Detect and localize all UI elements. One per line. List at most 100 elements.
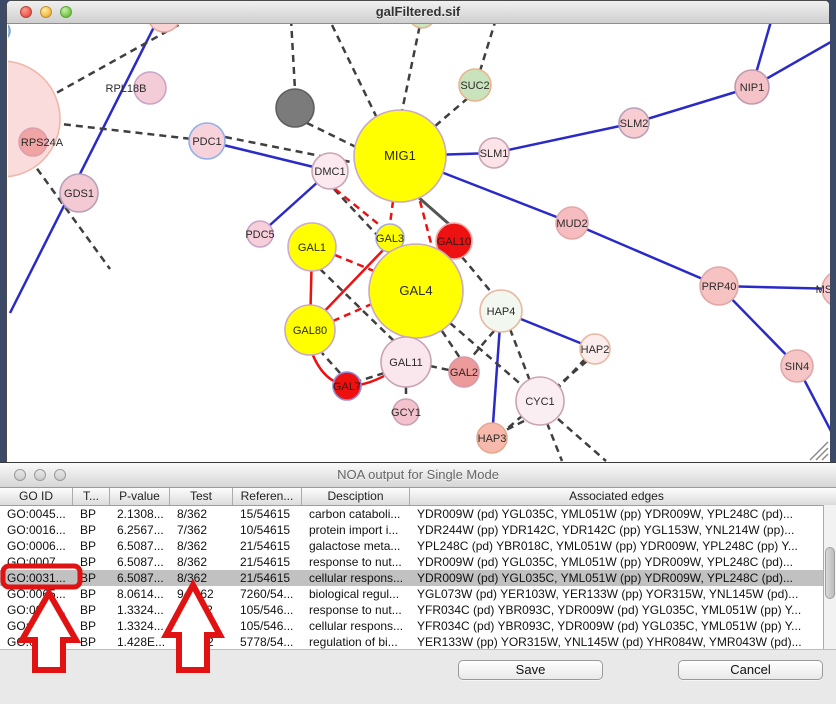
edge[interactable]	[390, 201, 393, 224]
edge[interactable]	[480, 24, 496, 71]
edge[interactable]	[510, 329, 530, 381]
cell: YDR009W (pd) YGL035C, YML051W (pp) YDR00…	[410, 570, 823, 586]
noa-window-title: NOA output for Single Mode	[0, 467, 836, 482]
save-button[interactable]: Save	[458, 660, 603, 680]
edge[interactable]	[462, 257, 492, 293]
column-header-test[interactable]: Test	[170, 488, 233, 505]
column-header-referen-[interactable]: Referen...	[233, 488, 302, 505]
network-graph[interactable]: RPL18BRPS24AGDS1PDC1PDC5MIG1DMC1SUC2SLM1…	[8, 24, 830, 462]
node-label-DMC1: DMC1	[314, 166, 345, 178]
cell: 21/54615	[233, 538, 302, 554]
edge[interactable]	[402, 24, 422, 111]
edge[interactable]	[307, 123, 360, 149]
node-label-GAL2: GAL2	[450, 367, 478, 379]
node-top-green[interactable]	[409, 24, 435, 28]
column-header-p-value[interactable]: P-value	[110, 488, 170, 505]
cell: 1.3324...	[110, 618, 170, 634]
cell: 7/362	[170, 522, 233, 538]
edge[interactable]	[470, 331, 494, 359]
table-row[interactable]: GO:0016...BP6.2567...7/36210/54615protei…	[0, 522, 836, 538]
edge[interactable]	[572, 223, 719, 286]
edge[interactable]	[547, 423, 562, 461]
table-row[interactable]: GO:0031...BP1.3324...11/362105/546...res…	[0, 602, 836, 618]
edge[interactable]	[430, 366, 449, 370]
edge[interactable]	[52, 123, 192, 139]
edge[interactable]	[634, 87, 752, 123]
edge[interactable]	[332, 25, 376, 116]
cell: 21/54615	[233, 570, 302, 586]
node-label-HAP2: HAP2	[581, 344, 610, 356]
edge[interactable]	[494, 123, 634, 153]
cell: 15/54615	[233, 506, 302, 522]
cell: YGL073W (pd) YER103W, YER133W (pp) YOR31…	[410, 586, 823, 602]
table-header-row[interactable]: GO IDT...P-valueTestReferen...Desciption…	[0, 488, 836, 506]
edge[interactable]	[207, 141, 330, 171]
node-label-GDS1: GDS1	[64, 188, 94, 200]
column-header-t-[interactable]: T...	[73, 488, 110, 505]
cell: 7260/54...	[233, 586, 302, 602]
network-window-titlebar[interactable]: galFiltered.sif	[7, 1, 829, 24]
edge[interactable]	[442, 331, 460, 358]
cell: GO:0031...	[0, 570, 73, 586]
cell: 105/546...	[233, 618, 302, 634]
network-canvas[interactable]: RPL18BRPS24AGDS1PDC1PDC5MIG1DMC1SUC2SLM1…	[8, 24, 830, 462]
vertical-scrollbar[interactable]	[823, 505, 836, 649]
node-label-HAP3: HAP3	[478, 433, 507, 445]
edge[interactable]	[335, 255, 374, 271]
node-gray-node[interactable]	[276, 89, 314, 127]
column-header-go-id[interactable]: GO ID	[0, 488, 73, 505]
edge[interactable]	[291, 24, 295, 90]
table-row[interactable]: GO:0007...BP6.5087...8/36221/54615respon…	[0, 554, 836, 570]
edge[interactable]	[322, 353, 340, 373]
cell: GO:0065...	[0, 586, 73, 602]
node-top-blue[interactable]	[8, 24, 10, 40]
node-label-GAL80: GAL80	[293, 325, 327, 337]
column-header-associated-edges[interactable]: Associated edges	[410, 488, 823, 505]
cell: biological regul...	[302, 586, 410, 602]
edge[interactable]	[558, 419, 606, 461]
table-row[interactable]: GO:0050...BP1.428E...80/3625778/54...reg…	[0, 634, 836, 650]
cell: carbon cataboli...	[302, 506, 410, 522]
cell: 1.428E...	[110, 634, 170, 650]
table-row[interactable]: GO:0045...BP2.1308...8/36215/54615carbon…	[0, 506, 836, 522]
node-label-GAL7: GAL7	[333, 381, 361, 393]
edge[interactable]	[434, 98, 468, 127]
cell: GO:0031...	[0, 602, 73, 618]
node-label-GAL1: GAL1	[298, 242, 326, 254]
cell: 8/362	[170, 506, 233, 522]
cell: 6.2567...	[110, 522, 170, 538]
node-label-GAL11: GAL11	[389, 357, 422, 369]
cell: YDR009W (pd) YGL035C, YML051W (pp) YDR00…	[410, 554, 823, 570]
cell: 6.5087...	[110, 538, 170, 554]
cell: 80/362	[170, 634, 233, 650]
edge[interactable]	[333, 303, 374, 321]
node-label-GAL10: GAL10	[437, 236, 471, 248]
column-header-desciption[interactable]: Desciption	[302, 488, 410, 505]
edge[interactable]	[504, 421, 524, 431]
cell: regulation of bi...	[302, 634, 410, 650]
node-big-left[interactable]	[8, 61, 60, 177]
cancel-button[interactable]: Cancel	[678, 660, 823, 680]
cell: YPL248C (pd) YBR018C, YML051W (pp) YDR00…	[410, 538, 823, 554]
noa-window-titlebar[interactable]: NOA output for Single Mode	[0, 463, 836, 488]
table-row[interactable]: GO:0006...BP6.5087...8/36221/54615galact…	[0, 538, 836, 554]
node-label-PDC1: PDC1	[192, 136, 221, 148]
cell: GO:0050...	[0, 634, 73, 650]
table-row[interactable]: GO:0065...BP8.0614...94/3627260/54...bio…	[0, 586, 836, 602]
cell: galactose meta...	[302, 538, 410, 554]
cell: BP	[73, 618, 110, 634]
table-body: GO:0045...BP2.1308...8/36215/54615carbon…	[0, 506, 836, 650]
cell: 8.0614...	[110, 586, 170, 602]
table-row[interactable]: GO:0031...BP1.3324...11/362105/546...cel…	[0, 618, 836, 634]
cell: 11/362	[170, 602, 233, 618]
table-row[interactable]: GO:0031...BP6.5087...8/36221/54615cellul…	[0, 570, 836, 586]
cell: 6.5087...	[110, 554, 170, 570]
cell: BP	[73, 554, 110, 570]
node-label-SLM2: SLM2	[620, 118, 649, 130]
node-label-NIP1: NIP1	[740, 82, 764, 94]
node-label-MIG1: MIG1	[384, 148, 416, 163]
edge[interactable]	[559, 359, 585, 387]
scrollbar-thumb[interactable]	[825, 547, 835, 599]
edge[interactable]	[417, 196, 450, 225]
network-window-title: galFiltered.sif	[7, 4, 829, 19]
